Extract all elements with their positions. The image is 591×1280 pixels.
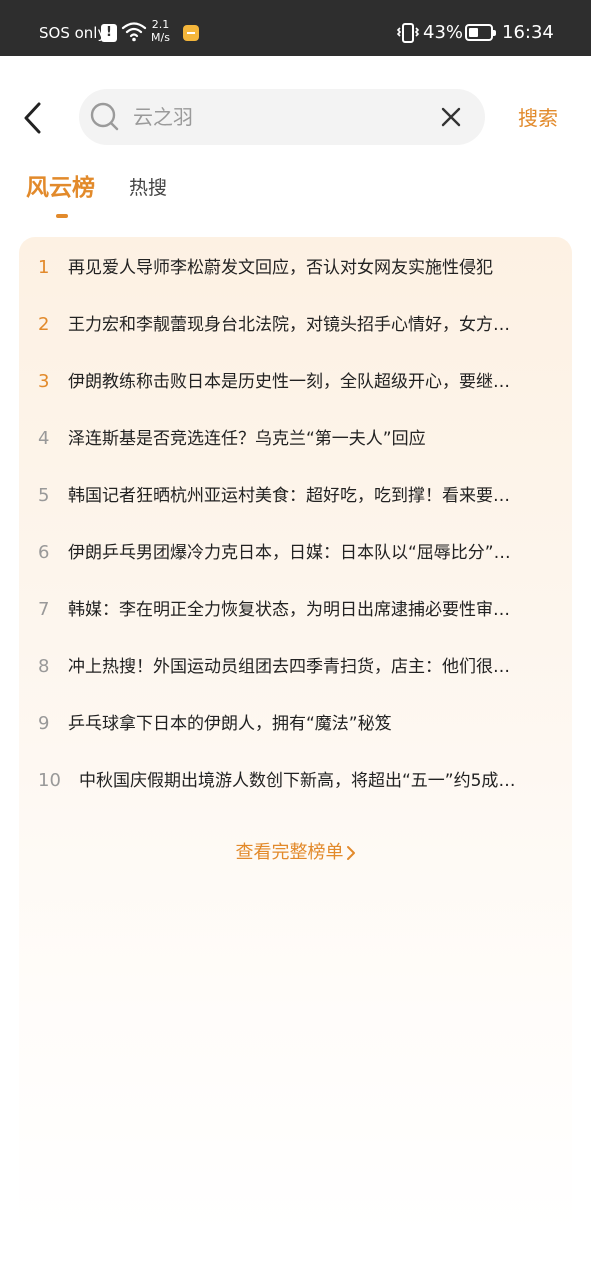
rank-number: 9 xyxy=(38,713,50,734)
chevron-left-icon xyxy=(24,102,41,134)
chevron-right-icon xyxy=(346,846,355,860)
battery-percent: 43% xyxy=(423,22,464,43)
rank-title: 王力宏和李靓蕾现身台北法院，对镜头招手心情好，女方神情严肃 xyxy=(68,315,526,335)
rank-number: 2 xyxy=(38,314,50,335)
tab-indicator xyxy=(56,214,68,218)
network-speed: 2.1 M/s xyxy=(151,18,170,44)
network-speed-unit: M/s xyxy=(151,31,170,44)
ranking-card: 1 再见爱人导师李松蔚发文回应，否认对女网友实施性侵犯 2 王力宏和李靓蕾现身台… xyxy=(19,237,572,1237)
battery-icon xyxy=(465,24,496,41)
view-all-label: 查看完整榜单 xyxy=(235,842,344,863)
view-all-link[interactable]: 查看完整榜单 xyxy=(19,837,572,869)
clock: 16:34 xyxy=(502,22,554,43)
ranking-item[interactable]: 5 韩国记者狂晒杭州亚运村美食：超好吃，吃到撑！看来要胖了 xyxy=(19,466,572,523)
rank-number: 1 xyxy=(38,257,50,278)
tab-fengyun-rank[interactable]: 风云榜 xyxy=(26,168,95,208)
rank-title: 伊朗乒乓男团爆冷力克日本，日媒：日本队以“屈辱比分”输球 xyxy=(68,543,526,563)
rank-number: 6 xyxy=(38,542,50,563)
rank-number: 5 xyxy=(38,485,50,506)
ranking-item[interactable]: 2 王力宏和李靓蕾现身台北法院，对镜头招手心情好，女方神情严肃 xyxy=(19,295,572,352)
carrier-label: SOS only xyxy=(39,24,107,42)
rank-number: 7 xyxy=(38,599,50,620)
rank-number: 8 xyxy=(38,656,50,677)
rank-title: 泽连斯基是否竞选连任？乌克兰“第一夫人”回应 xyxy=(68,429,426,449)
rank-title: 韩媒：李在明正全力恢复状态，为明日出席逮捕必要性审查做准备 xyxy=(68,600,526,620)
rank-title: 中秋国庆假期出境游人数创下新高，将超出“五一”约5成以上 xyxy=(79,771,526,791)
back-button[interactable] xyxy=(16,98,52,138)
notification-icon xyxy=(183,25,199,41)
search-box[interactable] xyxy=(79,89,485,145)
rank-title: 再见爱人导师李松蔚发文回应，否认对女网友实施性侵犯 xyxy=(68,258,493,278)
rank-number: 3 xyxy=(38,371,50,392)
search-button[interactable]: 搜索 xyxy=(510,98,566,138)
wifi-icon xyxy=(121,22,147,42)
rank-title: 乒乓球拿下日本的伊朗人，拥有“魔法”秘笈 xyxy=(68,714,392,734)
status-bar: SOS only ! 2.1 M/s 43% 16:34 xyxy=(0,0,591,56)
ranking-item[interactable]: 4 泽连斯基是否竞选连任？乌克兰“第一夫人”回应 xyxy=(19,409,572,466)
rank-title: 冲上热搜！外国运动员组团去四季青扫货，店主：他们很会砍价 xyxy=(68,657,526,677)
alert-icon: ! xyxy=(101,24,117,42)
ranking-item[interactable]: 10 中秋国庆假期出境游人数创下新高，将超出“五一”约5成以上 xyxy=(19,751,572,808)
ranking-item[interactable]: 3 伊朗教练称击败日本是历史性一刻，全队超级开心，要继续前进 xyxy=(19,352,572,409)
close-icon[interactable] xyxy=(439,105,463,129)
rank-number: 10 xyxy=(38,770,61,791)
rank-title: 韩国记者狂晒杭州亚运村美食：超好吃，吃到撑！看来要胖了 xyxy=(68,486,526,506)
vibrate-icon xyxy=(397,23,419,43)
ranking-item[interactable]: 7 韩媒：李在明正全力恢复状态，为明日出席逮捕必要性审查做准备 xyxy=(19,580,572,637)
rank-number: 4 xyxy=(38,428,50,449)
ranking-item[interactable]: 9 乒乓球拿下日本的伊朗人，拥有“魔法”秘笈 xyxy=(19,694,572,751)
search-input[interactable] xyxy=(133,89,423,145)
tab-hot-search[interactable]: 热搜 xyxy=(129,168,167,208)
ranking-item[interactable]: 1 再见爱人导师李松蔚发文回应，否认对女网友实施性侵犯 xyxy=(19,238,572,295)
rank-title: 伊朗教练称击败日本是历史性一刻，全队超级开心，要继续前进 xyxy=(68,372,526,392)
search-icon xyxy=(90,102,119,131)
ranking-item[interactable]: 8 冲上热搜！外国运动员组团去四季青扫货，店主：他们很会砍价 xyxy=(19,637,572,694)
network-speed-value: 2.1 xyxy=(151,18,170,31)
ranking-item[interactable]: 6 伊朗乒乓男团爆冷力克日本，日媒：日本队以“屈辱比分”输球 xyxy=(19,523,572,580)
